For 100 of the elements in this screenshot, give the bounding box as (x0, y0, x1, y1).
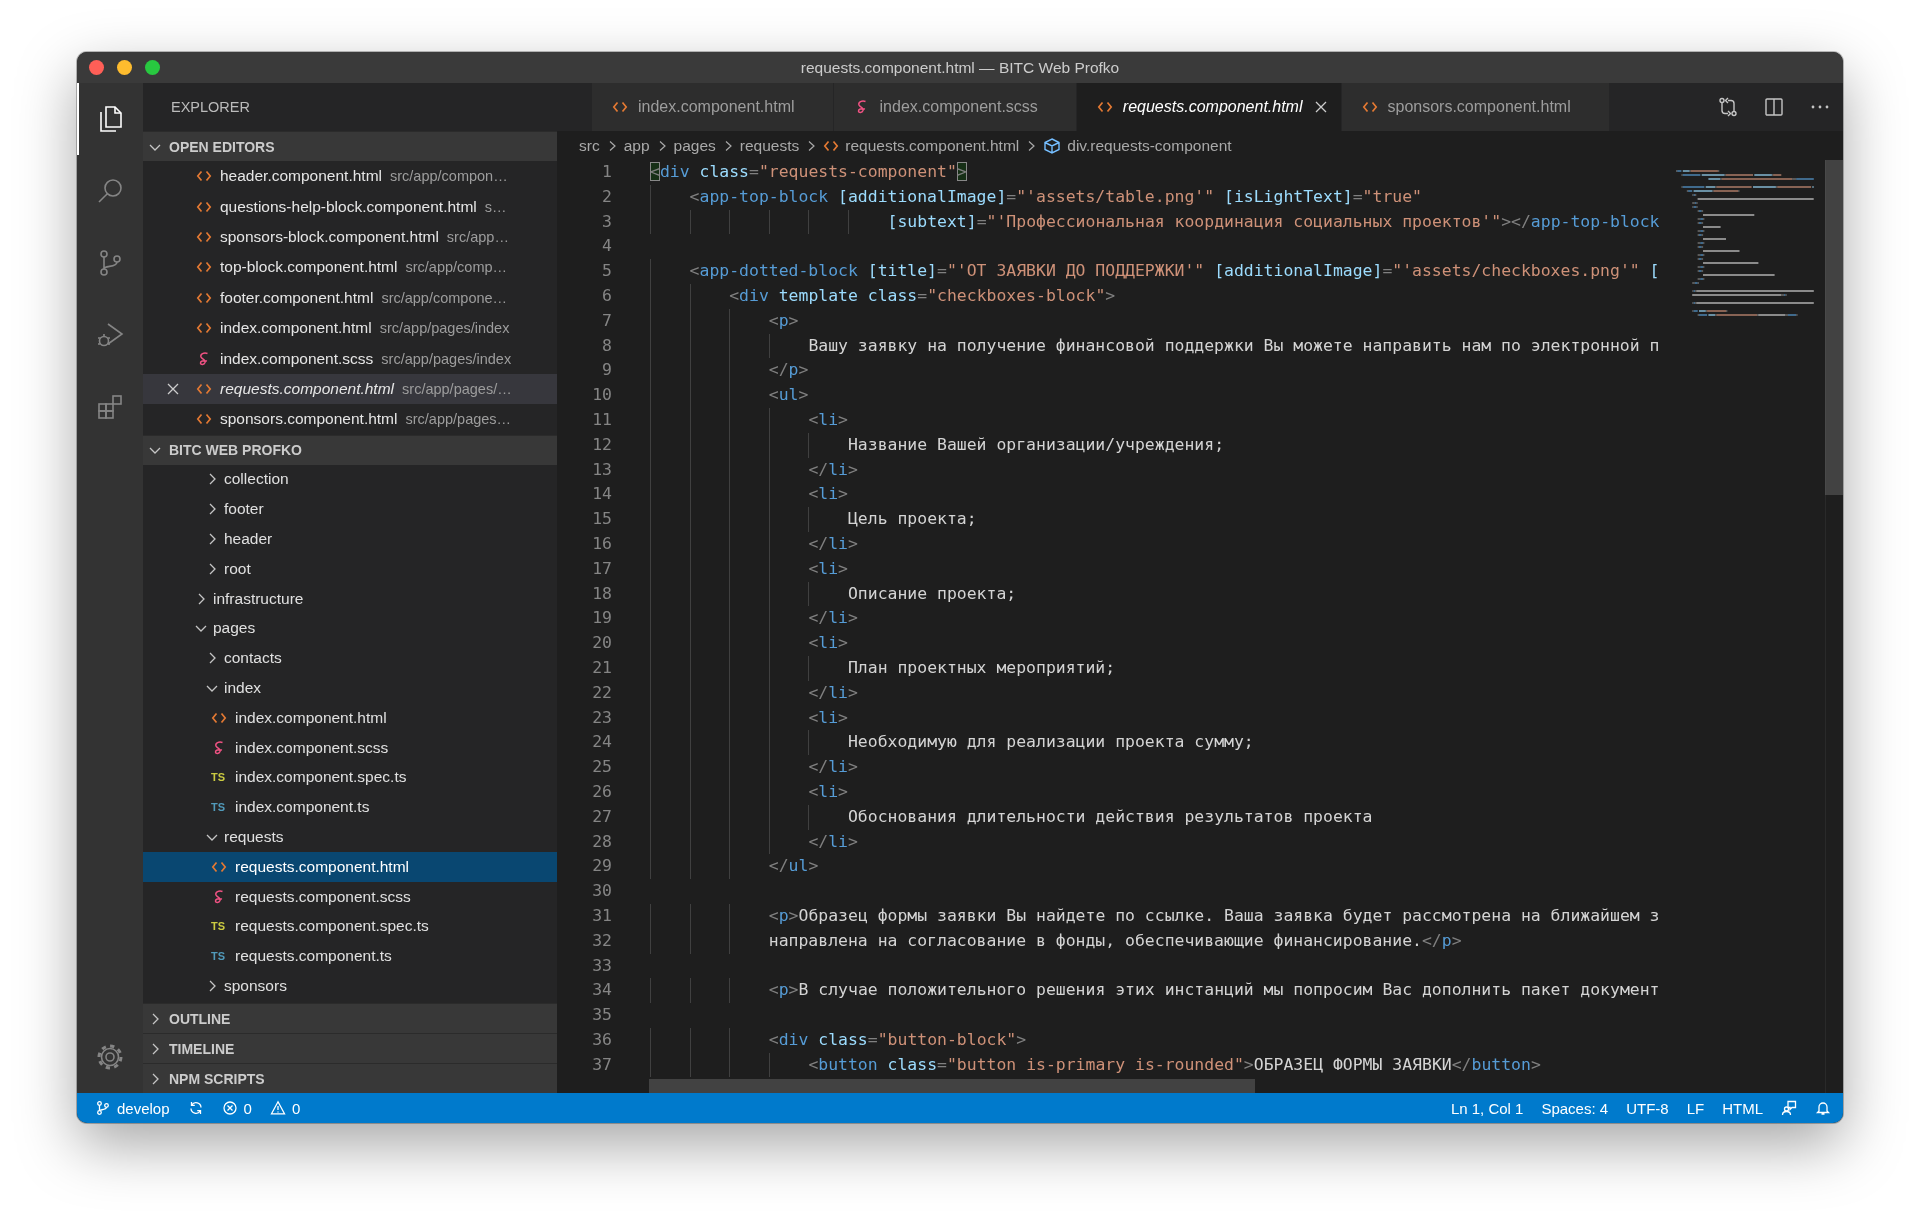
file-item[interactable]: TS index.component.spec.ts (143, 762, 557, 793)
tab[interactable]: requests.component.html (1076, 83, 1342, 131)
file-item[interactable]: requests.component.scss (143, 881, 557, 912)
file-item[interactable]: TS requests.component.ts (143, 941, 557, 972)
file-path: src/app/pages/index (379, 320, 510, 337)
code-line: Обоснования длительности действия результатов проекта (847, 805, 1373, 828)
line-number: 8 (601, 334, 612, 357)
section-header[interactable]: BITC WEB PROFKO (143, 434, 557, 465)
folder-item[interactable]: requests (143, 822, 557, 852)
line-number: 37 (591, 1053, 612, 1076)
folder-item[interactable]: index (143, 673, 557, 703)
tab[interactable]: sponsors.component.html (1341, 83, 1610, 131)
code-line: <li> (808, 706, 848, 729)
status-item[interactable]: 0 (221, 1099, 252, 1117)
section-header[interactable]: NPM SCRIPTS (143, 1063, 557, 1093)
file-item[interactable]: TS index.component.ts (143, 792, 557, 823)
file-type-icon: TS (211, 801, 227, 814)
open-editor-item[interactable]: footer.component.html src/app/compone… (143, 282, 557, 313)
line-number: 15 (591, 508, 612, 531)
file-item[interactable]: index.component.scss (143, 732, 557, 763)
tab[interactable]: index.component.scss (833, 83, 1077, 131)
split-editor-icon[interactable] (1763, 96, 1785, 118)
code-line: Описание проекта; (847, 582, 1017, 605)
line-number: 27 (591, 805, 612, 828)
line-number: 22 (591, 681, 612, 704)
line-number: 2 (601, 185, 612, 208)
section-header[interactable]: TIMELINE (143, 1033, 557, 1063)
code-line: <p> (768, 309, 799, 332)
line-number: 18 (591, 582, 612, 605)
folder-item[interactable]: contacts (143, 643, 557, 674)
file-name: sponsors.component.html (220, 410, 398, 429)
code-line: <button class="button is-primary is-rounded">ОБРАЗЕЦ ФОРМЫ ЗАЯВКИ</button> (808, 1053, 1541, 1076)
file-item[interactable]: TS requests.component.spec.ts (143, 911, 557, 942)
status-item[interactable]: Spaces: 4 (1541, 1099, 1609, 1117)
open-editor-item[interactable]: header.component.html src/app/compon… (143, 161, 557, 192)
open-editor-item[interactable]: index.component.scss src/app/pages/index (143, 343, 557, 374)
settings-icon[interactable] (95, 1042, 125, 1072)
line-number: 6 (601, 285, 612, 307)
code-line: </ul> (768, 855, 819, 878)
breadcrumb[interactable]: app (623, 136, 650, 155)
code-line: <app-dotted-block [title]="'ОТ ЗАЯВКИ ДО ПОДДЕРЖКИ'" [additionalImage]="'assets/checkboxes.png'" [ (689, 260, 1660, 283)
scrollbar-thumb[interactable] (1825, 160, 1843, 495)
file-path: src/app/pages/… (402, 380, 512, 397)
zoom-button[interactable] (145, 60, 160, 75)
folder-item[interactable]: sponsors (143, 971, 557, 1001)
tab[interactable]: index.component.html (592, 83, 834, 131)
close-button[interactable] (89, 60, 104, 75)
folder-item[interactable]: header (143, 524, 557, 554)
status-item[interactable]: UTF-8 (1626, 1099, 1669, 1117)
folder-item[interactable]: root (143, 553, 557, 584)
line-number: 12 (591, 433, 612, 456)
scrollbar-thumb[interactable] (649, 1079, 1255, 1093)
breadcrumb[interactable]: requests.component.html (823, 136, 1020, 155)
open-editor-item[interactable]: sponsors-block.component.html src/app… (143, 221, 557, 253)
line-number: 19 (591, 607, 612, 630)
open-editor-item[interactable]: top-block.component.html src/app/comp… (143, 252, 557, 283)
file-path: src/app/comp… (405, 259, 508, 276)
open-editor-item[interactable]: index.component.html src/app/pages/index (143, 312, 557, 344)
code-line: <div template class="checkboxes-block"> (729, 285, 1116, 307)
line-number: 17 (591, 557, 612, 580)
file-name: index.component.html (220, 319, 372, 338)
bell-icon[interactable] (1815, 1100, 1831, 1116)
file-path: s… (484, 198, 507, 215)
extensions-icon[interactable] (95, 392, 125, 422)
code-line: Вашу заявку на получение финансовой поддержки Вы можете направить нам по электронной п (808, 334, 1660, 357)
minimize-button[interactable] (117, 60, 132, 75)
status-item[interactable]: develop (95, 1099, 170, 1117)
breadcrumb[interactable]: pages (673, 136, 716, 155)
file-type-icon: TS (211, 771, 227, 784)
code-line: <li> (808, 483, 848, 506)
open-editor-item[interactable]: sponsors.component.html src/app/pages… (143, 404, 557, 435)
feedback-icon[interactable] (1781, 1100, 1797, 1116)
status-item[interactable]: Ln 1, Col 1 (1450, 1099, 1524, 1117)
open-editor-item[interactable]: questions-help-block.component.html s… (143, 191, 557, 222)
status-item[interactable]: LF (1686, 1099, 1705, 1117)
file-item[interactable]: requests.component.html (143, 851, 557, 882)
folder-item[interactable]: pages (143, 613, 557, 644)
file-item[interactable]: index.component.html (143, 702, 557, 733)
code-line: Название Вашей организации/учреждения; (847, 433, 1225, 456)
breadcrumb[interactable]: src (579, 136, 600, 155)
breadcrumb[interactable]: div.requests-component (1043, 136, 1232, 155)
code-line: </li> (808, 458, 858, 481)
angle-brackets-icon (612, 99, 628, 115)
folder-item[interactable]: footer (143, 494, 557, 525)
status-item[interactable]: 0 (269, 1099, 301, 1117)
folder-item[interactable]: infrastructure (143, 583, 557, 614)
open-editor-item[interactable]: requests.component.html src/app/pages/… (143, 373, 557, 405)
section-header[interactable]: OPEN EDITORS (143, 131, 557, 161)
status-item[interactable]: HTML (1722, 1099, 1763, 1117)
breadcrumb[interactable]: requests (739, 136, 800, 155)
file-name: top-block.component.html (220, 258, 398, 277)
file-type-icon: TS (211, 950, 227, 963)
line-number: 21 (591, 656, 612, 679)
section-header[interactable]: OUTLINE (143, 1003, 557, 1033)
folder-item[interactable]: collection (143, 464, 557, 495)
error-icon (221, 1100, 238, 1116)
line-number: 4 (601, 235, 612, 258)
line-number: 26 (591, 780, 612, 803)
cube-icon (1043, 136, 1062, 155)
compare-icon[interactable] (1717, 96, 1739, 118)
